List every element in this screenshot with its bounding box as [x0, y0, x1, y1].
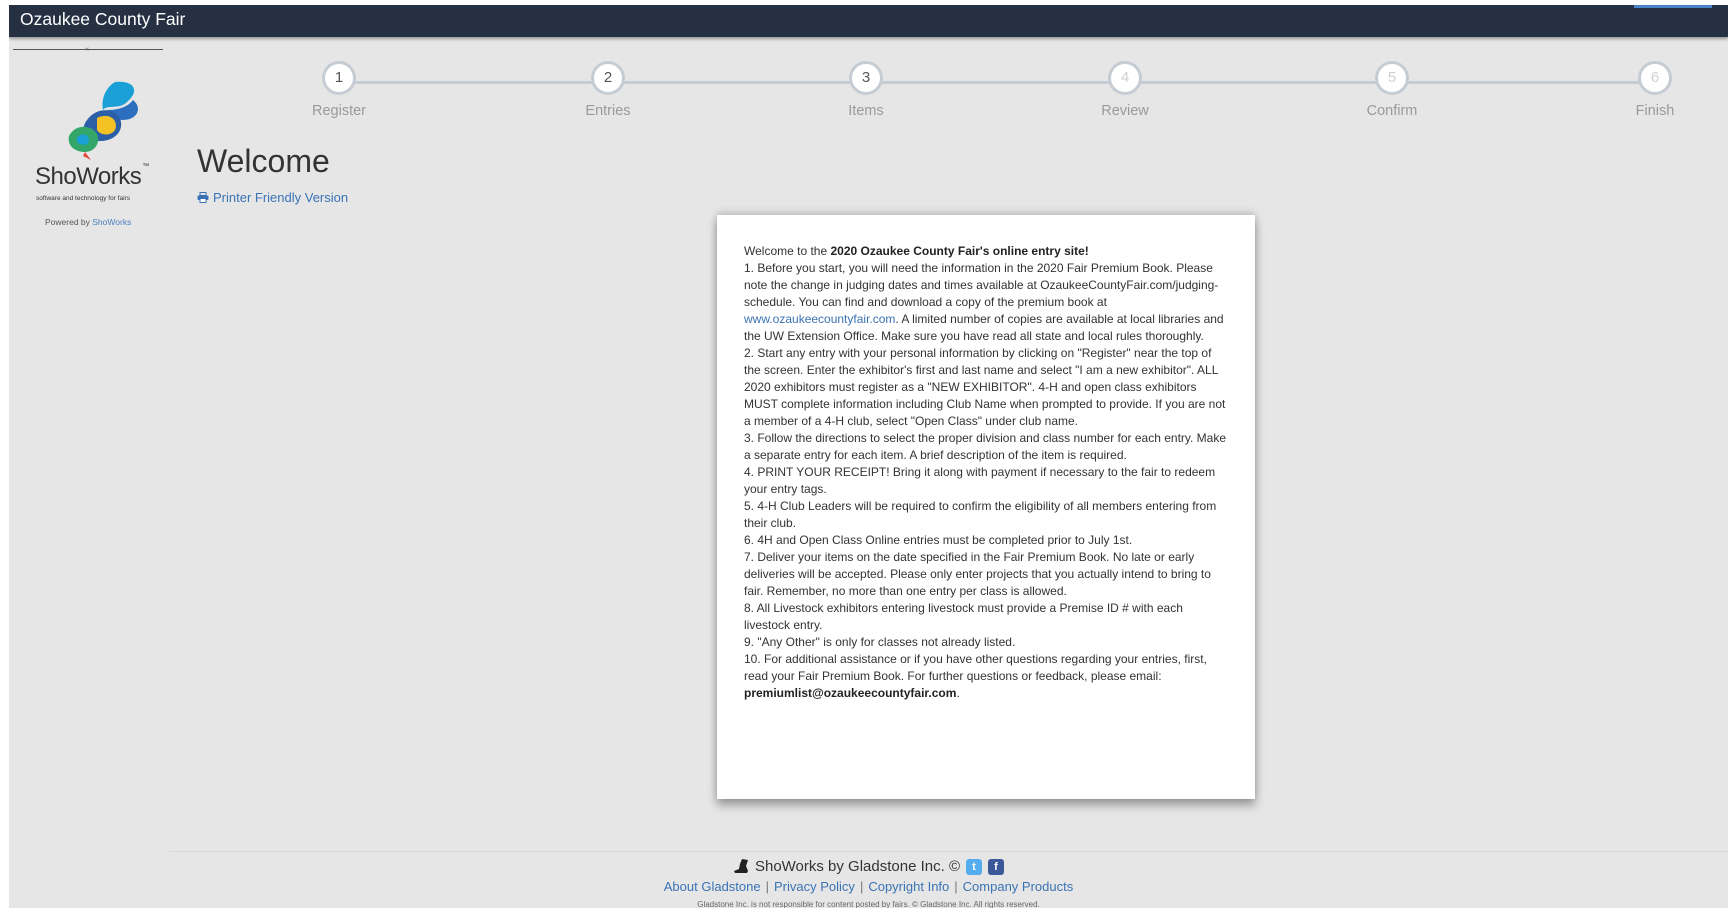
facebook-icon[interactable]: f — [988, 858, 1005, 875]
step-label: Entries — [585, 103, 631, 119]
powered-by-link[interactable]: ShoWorks — [92, 217, 131, 227]
step-number-circle: 3 — [849, 61, 883, 95]
footer-disclaimer: Gladstone Inc. is not responsible for co… — [697, 900, 1040, 908]
email-address[interactable]: premiumlist@ozaukeecountyfair.com — [744, 686, 956, 700]
printer-friendly-link[interactable]: Printer Friendly Version — [197, 190, 348, 205]
step-number-circle: 5 — [1375, 61, 1409, 95]
printer-link-label: Printer Friendly Version — [213, 190, 349, 205]
step-entries[interactable]: 2 Entries — [528, 61, 688, 119]
step-number-circle: 2 — [591, 61, 625, 95]
welcome-item-6: 6. 4H and Open Class Online entries must… — [744, 533, 1133, 547]
footer-separator: | — [954, 879, 958, 894]
footer-separator: | — [859, 879, 864, 894]
progress-stepper: 1 Register 2 Entries 3 Items 4 Review 5 Confirm 6 F… — [9, 5, 1728, 135]
intro-bold: 2020 Ozaukee County Fair's online entry … — [830, 244, 1089, 258]
brand-tagline: software and technology for fairs — [36, 195, 130, 202]
footer-separator: | — [765, 879, 770, 894]
footer-links: About Gladstone | Privacy Policy | Copyright… — [9, 879, 1728, 894]
cowboy-boot-icon — [733, 859, 748, 873]
welcome-intro: Welcome to the 2020 Ozaukee County Fair'… — [744, 243, 1230, 260]
welcome-item-7: 7. Deliver your items on the date specif… — [744, 550, 1211, 598]
welcome-item-8: 8. All Livestock exhibitors entering liv… — [744, 601, 1183, 632]
welcome-item-5: 5. 4-H Club Leaders will be required to … — [744, 499, 1217, 530]
step-items[interactable]: 3 Items — [786, 61, 946, 119]
step-label: Review — [1101, 103, 1149, 119]
step-label: Finish — [1635, 103, 1675, 119]
step-number-circle: 4 — [1108, 61, 1142, 95]
intro-text: Welcome to the — [744, 244, 831, 258]
powered-by-label: Powered by — [45, 217, 90, 227]
welcome-item-3: 3. Follow the directions to select the p… — [744, 431, 1227, 462]
privacy-policy-link[interactable]: Privacy Policy — [774, 879, 855, 894]
about-gladstone-link[interactable]: About Gladstone — [664, 879, 761, 894]
powered-by: Powered by ShoWorks — [45, 217, 131, 227]
email-suffix: . — [956, 686, 960, 700]
trademark-mark: ™ — [142, 163, 149, 170]
welcome-item-4: 4. PRINT YOUR RECEIPT! Bring it along wi… — [744, 465, 1216, 496]
printer-icon — [197, 192, 209, 203]
brand-text: ShoWorks — [35, 163, 142, 190]
welcome-item-10: 10. For additional assistance or if you … — [744, 652, 1207, 683]
step-label: Register — [312, 103, 366, 119]
page-title: Welcome — [197, 143, 330, 179]
fair-website-link[interactable]: www.ozaukeecountyfair.com — [744, 312, 895, 326]
brand-name: ShoWorks™ — [35, 163, 149, 191]
step-number-circle: 1 — [322, 61, 356, 95]
company-products-link[interactable]: Company Products — [963, 879, 1074, 894]
welcome-text: Welcome to the 2020 Ozaukee County Fair'… — [744, 243, 1230, 702]
step-register[interactable]: 1 Register — [259, 61, 419, 119]
contact-email: premiumlist@ozaukeecountyfair.com. — [744, 685, 1230, 702]
step-confirm[interactable]: 5 Confirm — [1312, 61, 1472, 119]
item1-text-a: 1. Before you start, you will need the i… — [744, 261, 1219, 309]
welcome-item-2: 2. Start any entry with your personal in… — [744, 346, 1226, 428]
step-review[interactable]: 4 Review — [1045, 61, 1205, 119]
copyright-info-link[interactable]: Copyright Info — [868, 879, 949, 894]
page-frame: Ozaukee County Fair « ShoWorks™ software… — [9, 5, 1728, 908]
footer-company: ShoWorks by Gladstone Inc. © t f — [9, 858, 1728, 875]
footer-divider — [169, 851, 1728, 852]
welcome-item-1: 1. Before you start, you will need the i… — [744, 260, 1230, 345]
company-name: ShoWorks by Gladstone Inc. © — [754, 858, 961, 875]
twitter-icon[interactable]: t — [966, 858, 983, 875]
step-number-circle: 6 — [1638, 61, 1672, 95]
step-finish[interactable]: 6 Finish — [1575, 61, 1728, 119]
step-label: Items — [848, 103, 884, 119]
step-label: Confirm — [1366, 103, 1418, 119]
welcome-panel: Welcome to the 2020 Ozaukee County Fair'… — [717, 215, 1255, 799]
welcome-item-9: 9. "Any Other" is only for classes not a… — [744, 635, 1016, 649]
